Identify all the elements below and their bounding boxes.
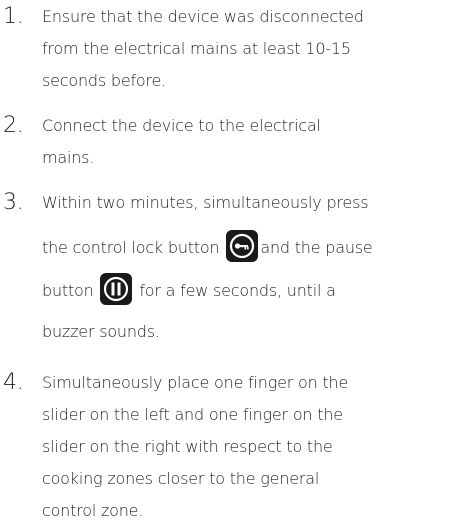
- step-line-segment: button: [42, 281, 94, 300]
- pause-icon: [100, 273, 133, 305]
- step-4: 4. Simultaneously place one finger on th…: [0, 367, 476, 527]
- step-number: 2.: [3, 113, 24, 138]
- step-line: button for a few seconds, until a: [42, 273, 476, 316]
- control-lock-key-icon: [226, 230, 259, 262]
- step-number: 3.: [3, 190, 24, 215]
- step-line: control zone.: [42, 501, 144, 520]
- step-text: Connect the device to the electrical mai…: [42, 110, 476, 174]
- step-line: Simultaneously place one finger on the: [42, 373, 349, 392]
- step-line: slider on the left and one finger on the: [42, 405, 343, 424]
- step-line-segment: the control lock button: [42, 238, 220, 257]
- step-2: 2. Connect the device to the electrical …: [0, 110, 476, 174]
- step-line: mains.: [42, 148, 95, 167]
- step-line: Connect the device to the electrical: [42, 116, 321, 135]
- step-text: Simultaneously place one finger on the s…: [42, 367, 476, 527]
- step-1: 1. Ensure that the device was disconnect…: [0, 1, 476, 97]
- step-line: from the electrical mains at least 10-15: [42, 39, 351, 58]
- step-line: the control lock button and the pause: [42, 230, 476, 273]
- step-line-segment: for a few seconds, until a: [139, 281, 336, 300]
- step-text: Ensure that the device was disconnected …: [42, 1, 476, 97]
- step-line: Within two minutes, simultaneously press: [42, 193, 369, 212]
- step-text: Within two minutes, simultaneously press…: [42, 187, 476, 348]
- step-line: cooking zones closer to the general: [42, 469, 320, 488]
- step-3: 3. Within two minutes, simultaneously pr…: [0, 187, 476, 348]
- step-number: 4.: [3, 370, 24, 395]
- step-line: buzzer sounds.: [42, 322, 160, 341]
- step-number: 1.: [3, 4, 24, 29]
- step-line: slider on the right with respect to the: [42, 437, 333, 456]
- step-line: Ensure that the device was disconnected: [42, 7, 364, 26]
- step-line: seconds before.: [42, 71, 167, 90]
- step-line-segment: and the pause: [260, 238, 373, 257]
